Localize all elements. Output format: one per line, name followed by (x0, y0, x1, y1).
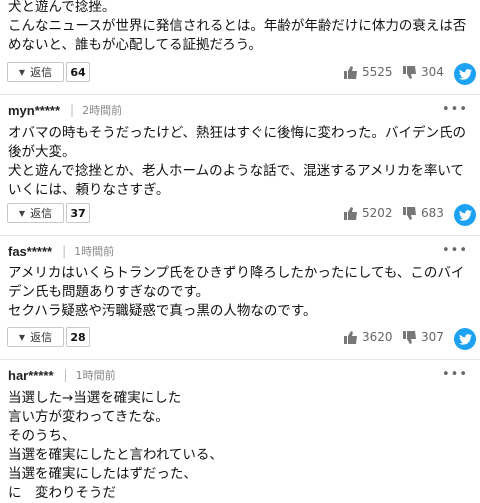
separator: | (62, 244, 67, 258)
username[interactable]: fas***** (8, 244, 52, 259)
twitter-share-button[interactable] (454, 204, 476, 226)
twitter-icon (458, 333, 472, 345)
comment-body: オバマの時もそうだったけど、熱狂はすぐに後悔に変わった。バイデン氏の後が大変。 … (8, 125, 467, 198)
comment-divider (0, 235, 480, 236)
separator: | (63, 368, 68, 382)
comment-body: 当選した→当選を確実にした 言い方が変わってきたな。 そのうち、 当選を確実にし… (8, 390, 223, 501)
dislike-button[interactable]: 683 (403, 206, 444, 220)
comment-header: myn***** | 2時間前 (8, 100, 122, 120)
reply-count[interactable]: 64 (66, 62, 90, 82)
thumbs-down-icon (403, 206, 416, 220)
username[interactable]: har***** (8, 368, 54, 383)
reply-label: 返信 (30, 207, 53, 220)
comment-header: har***** | 1時間前 (8, 365, 116, 385)
like-button[interactable]: 3620 (344, 330, 393, 344)
comment-divider (0, 94, 480, 95)
timestamp: 2時間前 (82, 104, 123, 117)
thumbs-up-icon (344, 330, 357, 344)
thumbs-up-icon (344, 65, 357, 79)
like-count: 5525 (362, 65, 393, 79)
more-icon[interactable]: ••• (442, 367, 468, 382)
reply-count[interactable]: 28 (66, 327, 90, 347)
thumbs-down-icon (403, 330, 416, 344)
dislike-button[interactable]: 307 (403, 330, 444, 344)
separator: | (70, 103, 75, 117)
reply-button[interactable]: ▼ 返信 (7, 203, 64, 223)
twitter-icon (458, 209, 472, 221)
dislike-button[interactable]: 304 (403, 65, 444, 79)
like-button[interactable]: 5525 (344, 65, 393, 79)
reply-triangle-icon: ▼ (18, 67, 26, 77)
comment-body: 犬と遊んで捻挫。 こんなニュースが世界に発信されるとは。年齢が年齢だけに体力の衰… (8, 0, 467, 53)
thumbs-up-icon (344, 206, 357, 220)
twitter-share-button[interactable] (454, 63, 476, 85)
comment-header: fas***** | 1時間前 (8, 241, 114, 261)
reply-triangle-icon: ▼ (18, 332, 26, 342)
reply-label: 返信 (30, 331, 53, 344)
thumbs-down-icon (403, 65, 416, 79)
more-icon[interactable]: ••• (442, 102, 468, 117)
reply-label: 返信 (30, 66, 53, 79)
twitter-icon (458, 68, 472, 80)
like-count: 5202 (362, 206, 393, 220)
username[interactable]: myn***** (8, 103, 60, 118)
like-button[interactable]: 5202 (344, 206, 393, 220)
reply-triangle-icon: ▼ (18, 208, 26, 218)
reply-button[interactable]: ▼ 返信 (7, 62, 64, 82)
dislike-count: 683 (421, 206, 444, 220)
dislike-count: 304 (421, 65, 444, 79)
dislike-count: 307 (421, 330, 444, 344)
reply-count[interactable]: 37 (66, 203, 90, 223)
comment-body: アメリカはいくらトランプ氏をひきずり降ろしたかったにしても、このバイデン氏も問題… (8, 265, 465, 319)
like-count: 3620 (362, 330, 393, 344)
timestamp: 1時間前 (74, 245, 115, 258)
twitter-share-button[interactable] (454, 328, 476, 350)
reply-button[interactable]: ▼ 返信 (7, 327, 64, 347)
timestamp: 1時間前 (75, 369, 116, 382)
more-icon[interactable]: ••• (442, 243, 468, 258)
comment-divider (0, 359, 480, 360)
